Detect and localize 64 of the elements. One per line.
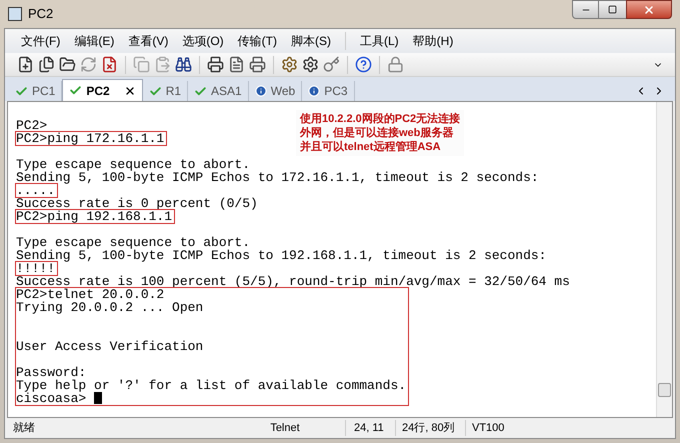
help-icon[interactable]	[355, 56, 372, 73]
terminal-line: Sending 5, 100-byte ICMP Echos to 172.16.1.1, timeout is 2 seconds:	[16, 171, 539, 184]
close-button[interactable]	[626, 0, 672, 19]
status-text: Telnet	[269, 420, 301, 436]
check-icon	[148, 84, 162, 98]
terminal-line: Trying 20.0.0.2 ... Open	[16, 301, 204, 314]
menu-item[interactable]: 选项(O)	[182, 32, 224, 50]
terminal-line: PC2>telnet 20.0.0.2	[16, 288, 164, 301]
maximize-button[interactable]	[599, 0, 626, 19]
document-icon[interactable]	[228, 56, 245, 73]
menu-item[interactable]: 脚本(S)	[290, 32, 331, 50]
menu-item[interactable]: 工具(L)	[360, 32, 399, 50]
terminal-line: PC2>ping 172.16.1.1	[16, 132, 164, 145]
info-icon	[254, 85, 267, 97]
terminal-line: Password:	[16, 364, 86, 379]
settings-icon[interactable]	[281, 56, 298, 73]
terminal-line: PC2>ping 192.168.1.1	[16, 210, 172, 223]
scrollbar-thumb[interactable]	[658, 383, 671, 397]
terminal-line: Type help or '?' for a list of available commands.	[16, 379, 406, 392]
folder-icon[interactable]	[59, 56, 76, 73]
terminal-line: PC2>	[16, 117, 48, 132]
menu-item[interactable]: 查看(V)	[128, 32, 168, 50]
printer-icon[interactable]	[249, 56, 266, 73]
close-tab-icon[interactable]	[124, 84, 136, 96]
printer-icon[interactable]	[207, 56, 224, 73]
terminal-line: Success rate is 0 percent (0/5)	[16, 197, 258, 210]
app-icon	[8, 7, 22, 21]
tab[interactable]: PC2	[62, 79, 143, 101]
annotation-text: 并且可以telnet远程管理ASA	[300, 140, 442, 154]
check-icon	[69, 84, 82, 97]
terminal-line: Type escape sequence to abort.	[16, 156, 250, 171]
key-icon[interactable]	[323, 56, 340, 73]
settings-icon[interactable]	[302, 56, 319, 73]
maximize-icon	[608, 5, 617, 14]
menu-item[interactable]: 传输(T)	[238, 32, 277, 50]
terminal-line: Type escape sequence to abort.	[16, 234, 250, 249]
status-text: 24, 11	[345, 420, 395, 436]
scrollbar[interactable]	[656, 102, 672, 417]
terminal-line: User Access Verification	[16, 338, 204, 353]
terminal-line: ciscoasa>	[16, 392, 86, 405]
annotation-text: 使用10.2.2.0网段的PC2无法连接	[300, 112, 460, 126]
binoculars-icon[interactable]	[175, 56, 192, 73]
annotation-text: 外网，但是可以连接web服务器	[300, 126, 454, 140]
check-icon	[194, 84, 208, 98]
status-text: 就绪	[12, 420, 36, 436]
window-title: PC2	[28, 5, 54, 24]
info-icon	[308, 85, 320, 97]
minimize-button[interactable]	[572, 0, 599, 19]
terminal-line: .....	[16, 184, 56, 197]
menu-item[interactable]: 帮助(H)	[412, 32, 454, 50]
file-x-icon[interactable]	[101, 56, 118, 73]
terminal-line: !!!!!	[16, 262, 56, 275]
menu-item[interactable]: 文件(F)	[21, 32, 60, 50]
file-plus-icon[interactable]	[17, 56, 34, 73]
status-text: VT100	[465, 420, 525, 436]
status-text: 24行, 80列	[395, 420, 465, 436]
files-icon[interactable]	[38, 56, 55, 73]
menu-item[interactable]: 编辑(E)	[74, 32, 114, 50]
terminal-line: Success rate is 100 percent (5/5), round-trip min/avg/max = 32/50/64 ms	[16, 275, 570, 288]
cursor	[94, 392, 102, 404]
terminal-line: Sending 5, 100-byte ICMP Echos to 192.168.1.1, timeout is 2 seconds:	[16, 249, 546, 262]
check-icon	[15, 84, 28, 98]
lock-icon[interactable]	[387, 56, 404, 73]
close-icon	[643, 4, 655, 16]
